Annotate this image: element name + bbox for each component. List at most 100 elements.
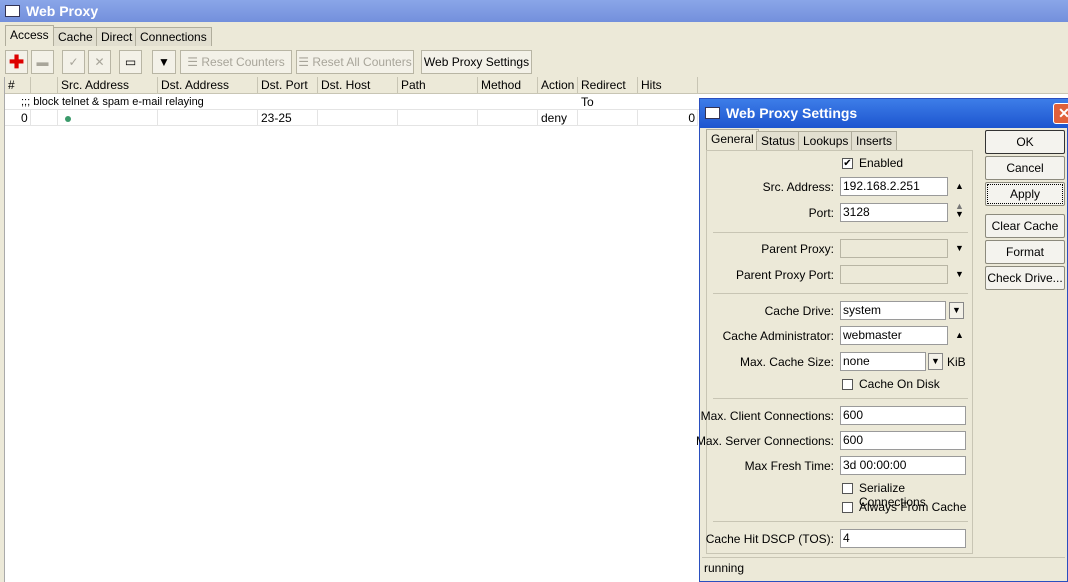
row-flags	[31, 110, 58, 126]
cache-admin-input[interactable]: webmaster	[840, 326, 948, 345]
row-num: 0	[5, 110, 31, 126]
rule-comment: ;;; block telnet & spam e-mail relaying	[5, 94, 699, 110]
src-address-input[interactable]: 192.168.2.251	[840, 177, 948, 196]
max-server-connections-label: Max. Server Connections:	[695, 434, 834, 448]
enabled-checkbox[interactable]: ✔	[842, 158, 853, 169]
src-address-label: Src. Address:	[762, 180, 834, 194]
filter-icon: ▼	[158, 55, 170, 69]
col-filler	[698, 77, 1068, 94]
status-bar: running	[702, 557, 1065, 577]
row-path	[398, 110, 478, 126]
cache-drive-label: Cache Drive:	[764, 304, 834, 318]
tab-cache[interactable]: Cache	[53, 27, 98, 46]
reset-icon: ☰	[187, 55, 202, 69]
cache-on-disk-checkbox[interactable]	[842, 379, 853, 390]
dialog-title-bar: Web Proxy Settings ✕	[700, 99, 1068, 128]
parent-proxy-port-label: Parent Proxy Port:	[735, 268, 834, 282]
format-drive-button[interactable]: Format Drive...	[985, 240, 1065, 281]
row-dst-host	[318, 110, 398, 126]
enabled-label: Enabled	[859, 156, 904, 170]
parent-proxy-label: Parent Proxy:	[761, 242, 834, 256]
row-dst-port: 23-25	[258, 110, 318, 126]
port-label: Port:	[808, 206, 834, 220]
window-title: Web Proxy	[26, 3, 99, 19]
tab-general[interactable]: General	[706, 129, 759, 150]
add-button[interactable]: ✚	[5, 50, 28, 74]
apply-button[interactable]: Apply	[985, 182, 1065, 206]
web-proxy-settings-button[interactable]: Web Proxy Settings	[421, 50, 532, 74]
max-server-connections-input[interactable]: 600	[840, 431, 966, 450]
col-flags[interactable]	[31, 77, 58, 94]
reset-all-counters-label: Reset All Counters	[312, 55, 412, 69]
up-down-arrow-icon[interactable]: ▲ ▼	[955, 202, 964, 219]
cache-admin-label: Cache Administrator:	[722, 329, 834, 343]
close-button[interactable]: ✕	[1053, 103, 1068, 124]
col-action[interactable]: Action	[538, 77, 578, 94]
check-drive-button[interactable]: Check Drive...	[985, 266, 1065, 290]
max-client-connections-label: Max. Client Connections:	[700, 409, 834, 423]
cache-hit-dscp-input[interactable]: 4	[840, 529, 966, 548]
divider	[713, 293, 968, 294]
divider	[713, 398, 968, 399]
row-redirect-to	[578, 110, 638, 126]
clear-cache-button[interactable]: Clear Cache	[985, 214, 1065, 238]
cancel-button[interactable]: Cancel	[985, 156, 1065, 180]
status-dot-icon	[65, 116, 71, 122]
row-src-address	[58, 110, 158, 126]
col-path[interactable]: Path	[398, 77, 478, 94]
parent-proxy-input[interactable]	[840, 239, 948, 258]
parent-proxy-port-input[interactable]	[840, 265, 948, 284]
window-title-bar: Web Proxy	[0, 0, 1068, 22]
col-hits[interactable]: Hits	[638, 77, 698, 94]
comment-button[interactable]: ▭	[119, 50, 142, 74]
serialize-connections-checkbox[interactable]	[842, 483, 853, 494]
port-input[interactable]: 3128	[840, 203, 948, 222]
dropdown-arrow-icon[interactable]: ▼	[928, 353, 943, 370]
divider	[713, 521, 968, 522]
row-method	[478, 110, 538, 126]
dropdown-arrow-icon[interactable]: ▼	[949, 302, 964, 319]
tab-access[interactable]: Access	[5, 25, 54, 46]
ok-button[interactable]: OK	[985, 130, 1065, 154]
tab-direct[interactable]: Direct	[96, 27, 138, 46]
disable-button[interactable]: ✕	[88, 50, 111, 74]
reset-counters-button[interactable]: ☰ Reset Counters	[180, 50, 292, 74]
always-from-cache-label: Always From Cache	[859, 500, 967, 514]
cache-hit-dscp-label: Cache Hit DSCP (TOS):	[705, 532, 834, 546]
col-dst-host[interactable]: Dst. Host	[318, 77, 398, 94]
col-dst-port[interactable]: Dst. Port	[258, 77, 318, 94]
reset-icon: ☰	[298, 55, 313, 69]
col-method[interactable]: Method	[478, 77, 538, 94]
reset-all-counters-button[interactable]: ☰ Reset All Counters	[296, 50, 414, 74]
remove-button[interactable]: ▬	[31, 50, 54, 74]
filter-button[interactable]: ▼	[152, 50, 176, 74]
general-panel: ✔ Enabled Src. Address: 192.168.2.251 ▲ …	[696, 150, 973, 554]
col-num[interactable]: #	[5, 77, 31, 94]
cache-drive-select[interactable]: system	[840, 301, 946, 320]
tab-lookups[interactable]: Lookups	[798, 131, 854, 150]
col-src-address[interactable]: Src. Address	[58, 77, 158, 94]
dropdown-arrow-icon[interactable]: ▼	[955, 243, 964, 253]
check-icon: ✓	[68, 55, 79, 69]
always-from-cache-checkbox[interactable]	[842, 502, 853, 513]
max-cache-size-label: Max. Cache Size:	[739, 355, 834, 369]
cache-on-disk-label: Cache On Disk	[859, 377, 940, 391]
row-dst-address	[158, 110, 258, 126]
window-icon	[5, 5, 20, 17]
row-hits: 0	[638, 110, 698, 126]
tab-inserts[interactable]: Inserts	[851, 131, 898, 150]
minus-icon: ▬	[36, 55, 49, 69]
max-cache-size-input[interactable]: none	[840, 352, 926, 371]
tab-status[interactable]: Status	[756, 131, 801, 150]
col-redirect-to[interactable]: Redirect To	[578, 77, 638, 109]
collapse-arrow-icon[interactable]: ▲	[955, 330, 964, 340]
enable-button[interactable]: ✓	[62, 50, 85, 74]
plus-icon: ✚	[8, 52, 25, 72]
comment-icon: ▭	[124, 55, 137, 69]
dropdown-arrow-icon[interactable]: ▼	[955, 269, 964, 279]
col-dst-address[interactable]: Dst. Address	[158, 77, 258, 94]
collapse-arrow-icon[interactable]: ▲	[955, 181, 964, 191]
max-client-connections-input[interactable]: 600	[840, 406, 966, 425]
tab-connections[interactable]: Connections	[135, 27, 212, 46]
max-fresh-time-input[interactable]: 3d 00:00:00	[840, 456, 966, 475]
